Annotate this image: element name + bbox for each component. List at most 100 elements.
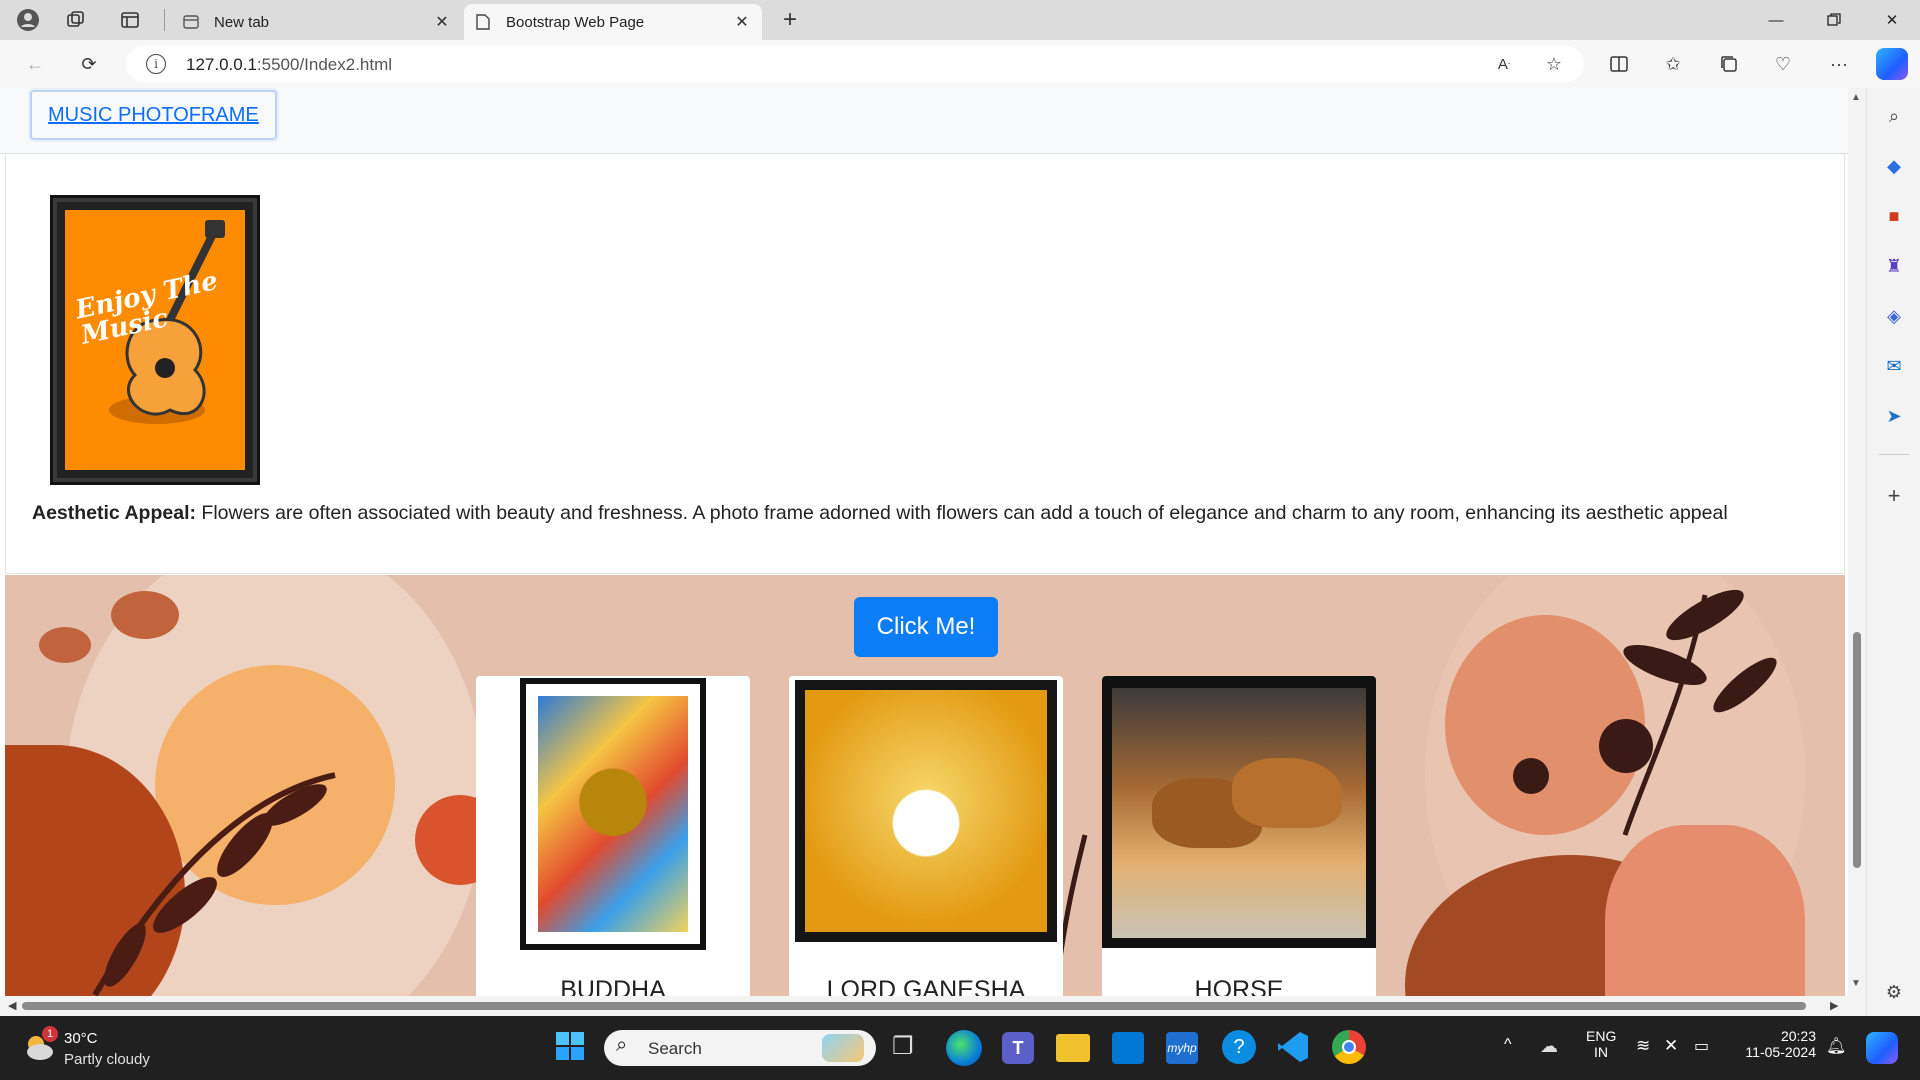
product-name: BUDDHA bbox=[560, 976, 666, 996]
nav-link-label: MUSIC PHOTOFRAME bbox=[48, 103, 259, 126]
split-screen-icon[interactable] bbox=[1604, 50, 1634, 78]
tab-title: Bootstrap Web Page bbox=[506, 13, 645, 31]
send-icon[interactable]: ➤ bbox=[1880, 402, 1908, 430]
search-placeholder: Search bbox=[648, 1039, 702, 1058]
site-info-icon[interactable]: i bbox=[146, 54, 166, 74]
address-bar[interactable]: i 127.0.0.1:5500/Index2.html Aᐧ ☆ bbox=[126, 46, 1584, 82]
music-photo-frame: Enjoy The Music bbox=[50, 195, 260, 485]
vscode-icon[interactable] bbox=[1276, 1030, 1310, 1064]
scroll-up-arrow[interactable]: ▲ bbox=[1851, 92, 1861, 103]
horse-frame bbox=[1102, 676, 1376, 948]
workspaces-icon[interactable] bbox=[62, 6, 90, 34]
refresh-icon[interactable]: ⟳ bbox=[74, 50, 104, 78]
search-highlight-image bbox=[822, 1034, 864, 1062]
browser-essentials-icon[interactable]: ♡ bbox=[1768, 50, 1798, 78]
page-icon bbox=[474, 13, 492, 31]
product-card-buddha[interactable]: BUDDHA bbox=[476, 676, 750, 996]
minimize-button[interactable]: — bbox=[1748, 0, 1804, 40]
more-options-icon[interactable]: ··· bbox=[1824, 50, 1854, 78]
tab-new-tab[interactable]: New tab ✕ bbox=[172, 4, 462, 40]
buddha-frame bbox=[520, 678, 706, 950]
description-paragraph: Aesthetic Appeal: Flowers are often asso… bbox=[32, 502, 1728, 525]
new-tab-button[interactable]: + bbox=[776, 6, 804, 34]
description-bold: Aesthetic Appeal: bbox=[32, 502, 196, 524]
url-text[interactable]: 127.0.0.1:5500/Index2.html bbox=[186, 55, 392, 75]
close-window-button[interactable]: ✕ bbox=[1864, 0, 1920, 40]
frame-mat bbox=[526, 684, 700, 944]
tab-actions-icon[interactable] bbox=[116, 6, 144, 34]
close-tab-icon[interactable]: ✕ bbox=[432, 12, 452, 32]
tab-bootstrap-web-page[interactable]: Bootstrap Web Page ✕ bbox=[464, 4, 762, 40]
edge-sidebar: ⌕ ◆ ■ ♜ ◈ ✉ ➤ + ⚙ bbox=[1866, 88, 1920, 1016]
lang-bottom: IN bbox=[1594, 1044, 1608, 1060]
myhp-icon[interactable]: myhp bbox=[1166, 1032, 1198, 1064]
weather-icon[interactable]: 1 bbox=[22, 1026, 58, 1064]
notification-bell-icon[interactable]: 🔔︎ bbox=[1826, 1036, 1846, 1056]
close-tab-icon[interactable]: ✕ bbox=[732, 12, 752, 32]
tools-icon[interactable]: ■ bbox=[1880, 202, 1908, 230]
edge-taskbar-icon[interactable] bbox=[946, 1030, 982, 1066]
ganesha-frame bbox=[795, 680, 1057, 942]
collections-icon[interactable] bbox=[1714, 50, 1744, 78]
onedrive-icon[interactable]: ☁ bbox=[1540, 1036, 1558, 1057]
scroll-right-arrow[interactable]: ▶ bbox=[1830, 999, 1838, 1012]
file-explorer-icon[interactable] bbox=[1056, 1034, 1090, 1062]
chrome-icon[interactable] bbox=[1332, 1030, 1366, 1064]
taskbar-search[interactable]: ⌕ Search bbox=[604, 1030, 876, 1066]
weather-badge: 1 bbox=[42, 1026, 58, 1042]
favorites-icon[interactable]: ✩ bbox=[1658, 50, 1688, 78]
horizontal-scrollbar[interactable]: ◀ ▶ bbox=[0, 996, 1848, 1016]
product-card-lord-ganesha[interactable]: LORD GANESHA bbox=[789, 676, 1063, 996]
outlook-icon[interactable]: ✉ bbox=[1880, 352, 1908, 380]
url-path: :5500/Index2.html bbox=[256, 55, 393, 74]
add-icon[interactable]: + bbox=[1880, 482, 1908, 510]
back-icon[interactable]: ← bbox=[20, 50, 50, 78]
page-navbar: MUSIC PHOTOFRAME bbox=[0, 88, 1848, 154]
restore-button[interactable] bbox=[1806, 0, 1862, 40]
clock-time: 20:23 bbox=[1780, 1028, 1816, 1044]
copilot-taskbar-icon[interactable] bbox=[1866, 1032, 1898, 1064]
teams-icon[interactable]: T bbox=[1002, 1032, 1034, 1064]
show-hidden-icons[interactable]: ^ bbox=[1504, 1036, 1512, 1054]
lang-top: ENG bbox=[1586, 1028, 1617, 1044]
product-name: LORD GANESHA bbox=[826, 976, 1026, 996]
horse-artwork bbox=[1112, 688, 1366, 938]
page-viewport: MUSIC PHOTOFRAME Enjoy The Music Aesthet… bbox=[0, 88, 1848, 996]
search-icon: ⌕ bbox=[616, 1034, 628, 1056]
favorite-star-icon[interactable]: ☆ bbox=[1540, 50, 1568, 78]
microsoft365-icon[interactable]: ◈ bbox=[1880, 302, 1908, 330]
scroll-left-arrow[interactable]: ◀ bbox=[8, 999, 16, 1012]
volume-muted-icon[interactable]: ✕ bbox=[1664, 1036, 1678, 1056]
click-me-button[interactable]: Click Me! bbox=[854, 597, 998, 657]
read-aloud-icon[interactable]: Aᐧ bbox=[1490, 50, 1518, 78]
search-icon[interactable]: ⌕ bbox=[1880, 102, 1908, 130]
sidebar-divider bbox=[1879, 454, 1909, 455]
clock-date: 11-05-2024 bbox=[1745, 1044, 1816, 1060]
product-card-horse[interactable]: HORSE bbox=[1102, 676, 1376, 996]
ganesha-artwork bbox=[805, 690, 1047, 932]
windows-start-icon[interactable] bbox=[554, 1030, 590, 1066]
task-view-icon[interactable]: ❐ bbox=[892, 1032, 924, 1064]
battery-icon[interactable]: ▭ bbox=[1694, 1036, 1709, 1056]
url-host: 127.0.0.1 bbox=[186, 55, 257, 74]
tab-title: New tab bbox=[214, 13, 270, 31]
music-photoframe-link[interactable]: MUSIC PHOTOFRAME bbox=[30, 90, 277, 140]
new-tab-icon bbox=[182, 13, 200, 31]
title-bar: New tab ✕ Bootstrap Web Page ✕ + — ✕ bbox=[0, 0, 1920, 40]
clock[interactable]: 20:23 11-05-2024 bbox=[1736, 1028, 1816, 1060]
browser-toolbar: ← ⟳ i 127.0.0.1:5500/Index2.html Aᐧ ☆ ✩ … bbox=[0, 40, 1920, 88]
description-text: Flowers are often associated with beauty… bbox=[195, 502, 1728, 524]
scroll-down-arrow[interactable]: ▼ bbox=[1851, 978, 1861, 989]
games-icon[interactable]: ♜ bbox=[1880, 252, 1908, 280]
profile-icon[interactable] bbox=[14, 6, 42, 34]
scroll-thumb[interactable] bbox=[1853, 632, 1861, 868]
copilot-icon[interactable] bbox=[1876, 48, 1908, 80]
settings-gear-icon[interactable]: ⚙ bbox=[1880, 978, 1908, 1006]
scroll-thumb[interactable] bbox=[22, 1002, 1806, 1010]
wifi-icon[interactable]: ≋ bbox=[1636, 1036, 1650, 1056]
language-indicator[interactable]: ENG IN bbox=[1586, 1028, 1616, 1060]
shopping-tag-icon[interactable]: ◆ bbox=[1880, 152, 1908, 180]
help-icon[interactable]: ? bbox=[1222, 1030, 1256, 1064]
vertical-scrollbar[interactable]: ▲ ▼ bbox=[1848, 88, 1866, 996]
store-icon[interactable] bbox=[1112, 1032, 1144, 1064]
